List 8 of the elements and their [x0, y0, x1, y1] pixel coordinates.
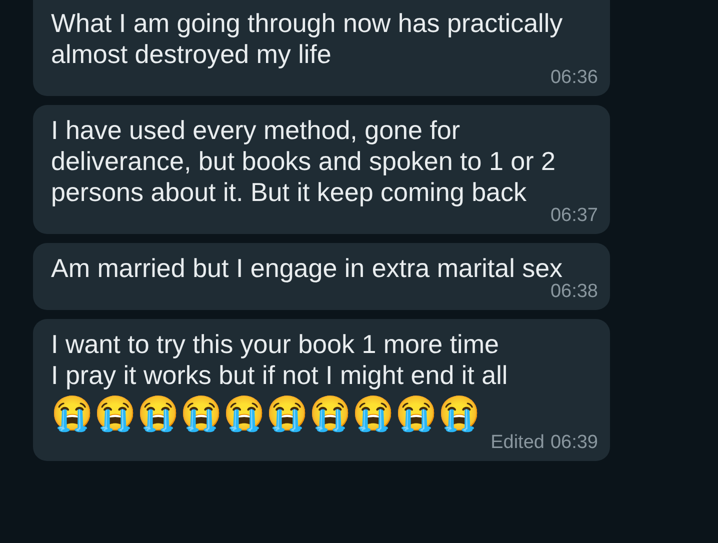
edited-label: Edited: [490, 431, 544, 455]
message-bubble[interactable]: What I am going through now has practically almost destroyed my life 06:36: [33, 0, 610, 96]
message-text: I want to try this your book 1 more time I pray it works but if not I might end it all: [51, 329, 509, 391]
message-time: 06:39: [550, 431, 598, 455]
message-bubble[interactable]: Am married but I engage in extra marital sex 06:38: [33, 243, 610, 310]
message-bubble[interactable]: I have used every method, gone for deliverance, but books and spoken to 1 or 2 persons about it. But it keep coming back 06:37: [33, 105, 610, 234]
message-bubble[interactable]: I want to try this your book 1 more time I pray it works but if not I might end it all 😭😭😭😭😭😭😭😭😭😭 Edited 06:39: [33, 319, 610, 461]
emoji-row-text: 😭😭😭😭😭😭😭😭😭😭: [51, 394, 482, 435]
